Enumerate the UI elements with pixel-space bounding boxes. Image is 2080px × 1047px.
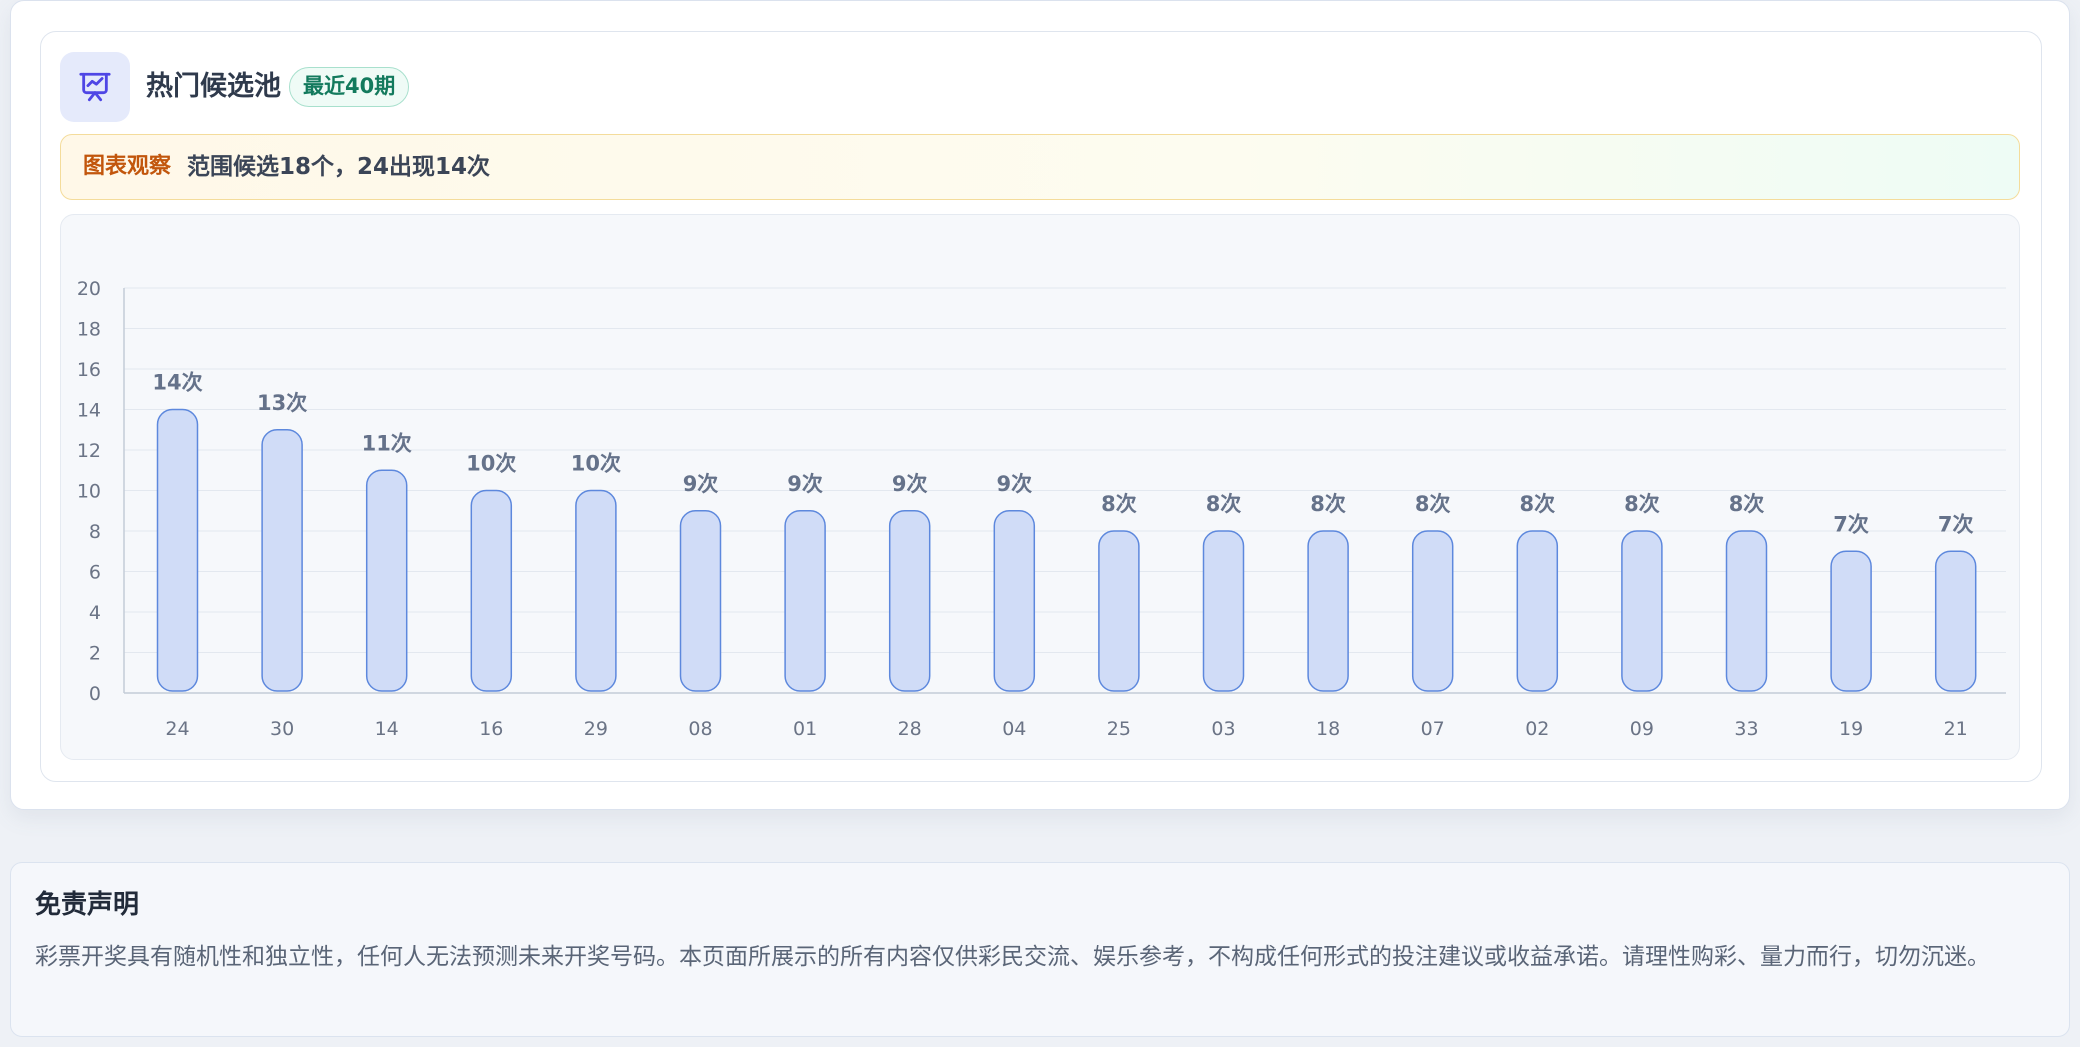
bar xyxy=(1516,530,1559,692)
bar-data-label: 9次 xyxy=(787,472,823,496)
bar-data-label: 14次 xyxy=(152,371,202,395)
bar-data-label: 8次 xyxy=(1101,492,1137,516)
x-tick-label: 24 xyxy=(165,718,189,740)
bar xyxy=(261,429,303,692)
x-tick-label: 04 xyxy=(1002,718,1026,740)
x-tick-label: 19 xyxy=(1839,718,1863,740)
period-badge: 最近40期 xyxy=(289,67,410,107)
bar-data-label: 11次 xyxy=(362,431,412,455)
bar xyxy=(1307,530,1349,692)
bar-data-label: 8次 xyxy=(1729,492,1765,516)
x-tick-label: 14 xyxy=(375,718,399,740)
x-tick-label: 33 xyxy=(1734,718,1758,740)
bar-data-label: 10次 xyxy=(571,452,621,476)
bar-data-label: 8次 xyxy=(1624,492,1660,516)
bar-data-label: 8次 xyxy=(1415,492,1451,516)
chart-insight-banner: 图表观察 范围候选18个，24出现14次 xyxy=(60,134,2020,200)
bar xyxy=(1411,530,1454,692)
y-tick-label: 4 xyxy=(89,602,101,624)
presentation-chart-icon xyxy=(60,52,130,122)
y-tick-label: 2 xyxy=(89,643,101,665)
x-tick-label: 08 xyxy=(688,718,712,740)
bar xyxy=(575,489,617,692)
y-tick-label: 8 xyxy=(89,521,101,543)
y-tick-label: 14 xyxy=(77,400,101,422)
bar-data-label: 8次 xyxy=(1310,492,1346,516)
bar-data-label: 9次 xyxy=(996,472,1032,496)
y-tick-label: 6 xyxy=(89,562,101,584)
y-tick-label: 18 xyxy=(77,319,101,341)
y-tick-label: 16 xyxy=(77,359,101,381)
x-tick-label: 03 xyxy=(1211,718,1235,740)
insight-tag: 图表观察 xyxy=(83,154,172,179)
x-tick-label: 02 xyxy=(1525,718,1549,740)
x-tick-label: 30 xyxy=(270,718,294,740)
x-tick-label: 28 xyxy=(898,718,922,740)
bar xyxy=(993,510,1036,692)
bar xyxy=(1202,530,1245,692)
x-tick-label: 09 xyxy=(1630,718,1654,740)
bar-data-label: 7次 xyxy=(1833,512,1869,536)
bar xyxy=(784,510,826,692)
x-tick-label: 25 xyxy=(1107,718,1131,740)
x-tick-label: 18 xyxy=(1316,718,1340,740)
disclaimer-text: 彩票开奖具有随机性和独立性，任何人无法预测未来开奖号码。本页面所展示的所有内容仅… xyxy=(35,944,1990,970)
bar xyxy=(365,469,408,692)
bar xyxy=(1098,530,1140,692)
disclaimer-title: 免责声明 xyxy=(35,890,140,920)
bar xyxy=(156,408,199,692)
x-tick-label: 29 xyxy=(584,718,608,740)
y-tick-label: 10 xyxy=(77,481,101,503)
x-tick-label: 21 xyxy=(1944,718,1968,740)
bar xyxy=(470,489,513,692)
bar-chart: 0246810121416182014次2413次3011次1410次1610次… xyxy=(77,278,2006,740)
bar-data-label: 9次 xyxy=(892,472,928,496)
y-tick-label: 20 xyxy=(77,278,101,300)
bar-data-label: 10次 xyxy=(466,452,516,476)
x-tick-label: 16 xyxy=(479,718,503,740)
disclaimer-box: 免责声明 彩票开奖具有随机性和独立性，任何人无法预测未来开奖号码。本页面所展示的… xyxy=(10,862,2070,1037)
bar-data-label: 8次 xyxy=(1206,492,1242,516)
bar xyxy=(888,510,931,692)
bar xyxy=(679,510,722,692)
bar-data-label: 13次 xyxy=(257,391,307,415)
bar xyxy=(1725,530,1768,692)
bar xyxy=(1934,550,1977,692)
y-tick-label: 0 xyxy=(89,683,101,705)
bar-data-label: 7次 xyxy=(1938,512,1974,536)
bar xyxy=(1830,550,1872,692)
card-title: 热门候选池 xyxy=(146,71,281,102)
bar-data-label: 8次 xyxy=(1519,492,1555,516)
chart-panel: 0 2 4 6 8 10 12 14 16 18 20 14次 24 13次 30 11次 14 10次 16 10次… xyxy=(60,214,2020,760)
y-tick-label: 12 xyxy=(77,440,101,462)
bar-data-label: 9次 xyxy=(683,472,719,496)
x-tick-label: 07 xyxy=(1421,718,1445,740)
bar xyxy=(1621,530,1663,692)
x-tick-label: 01 xyxy=(793,718,817,740)
insight-text: 范围候选18个，24出现14次 xyxy=(187,154,491,180)
